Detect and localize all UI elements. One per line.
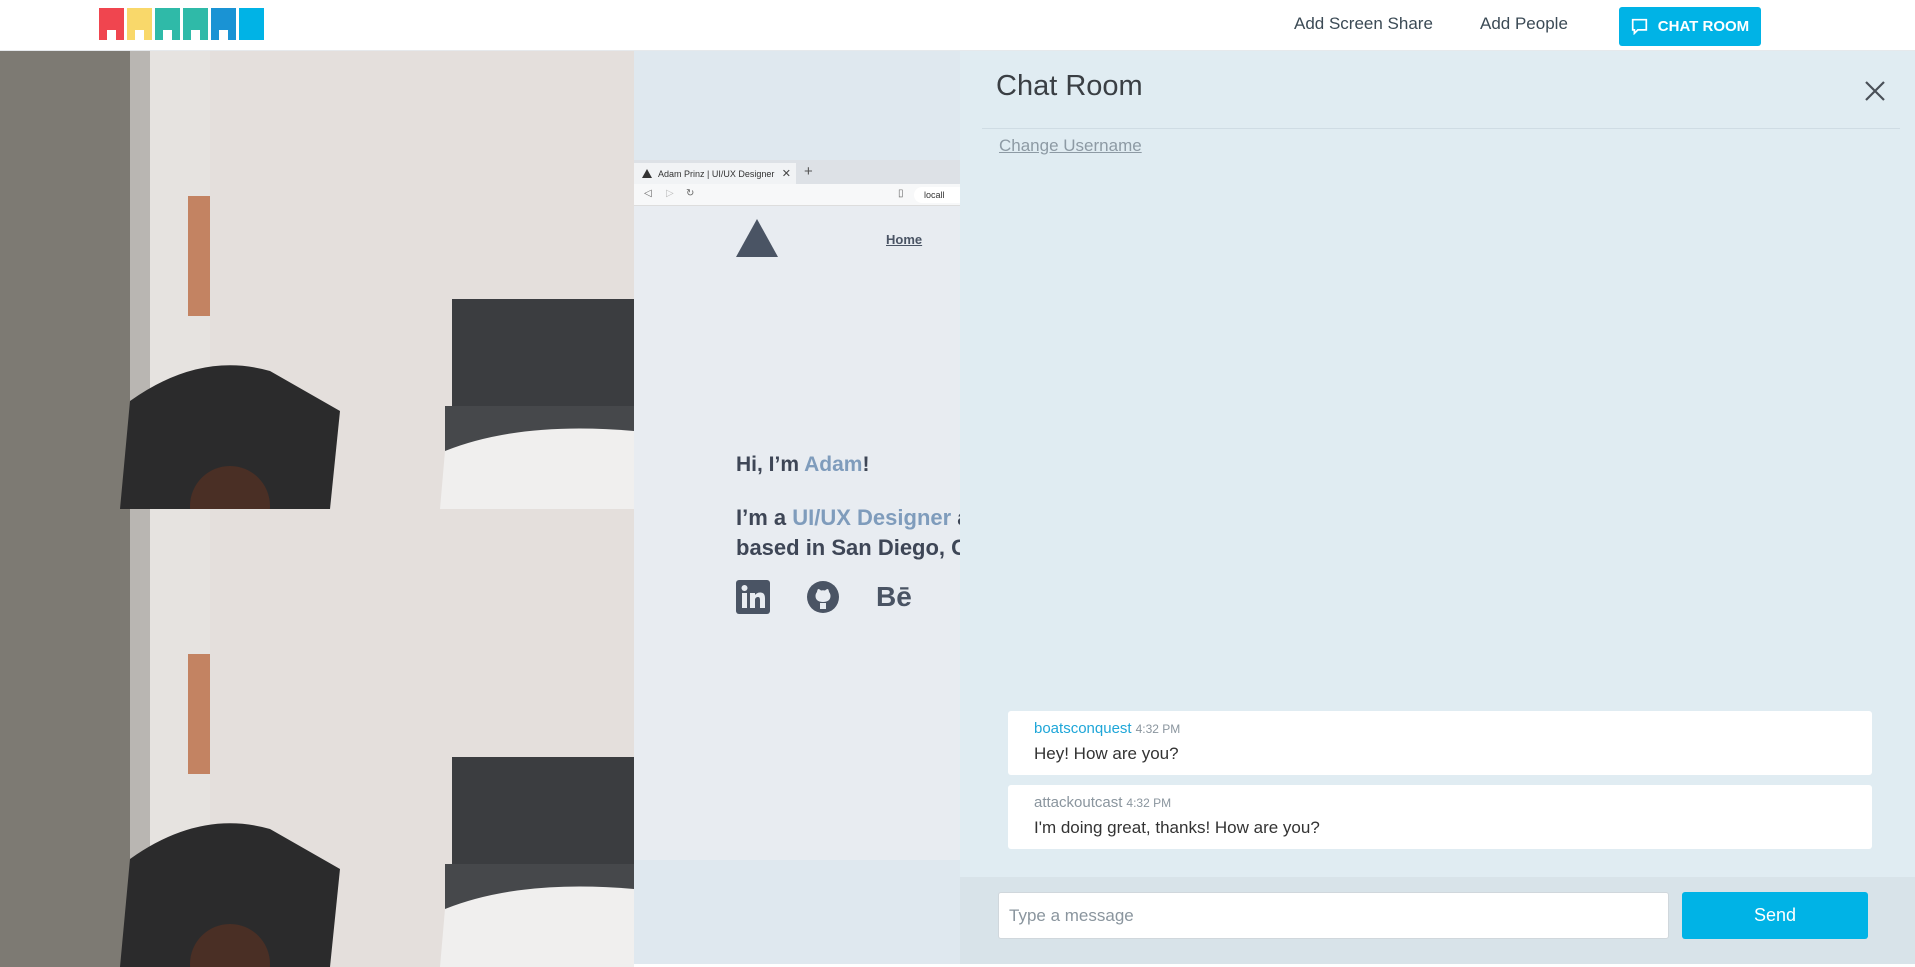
logo-block [99,8,124,40]
message-username: boatsconquest [1034,720,1132,737]
hero-greeting-prefix: Hi, I’m [736,453,805,476]
change-username-link[interactable]: Change Username [999,136,1142,156]
message-meta: boatsconquest 4:32 PM [1034,720,1846,738]
shared-browser-window[interactable]: Adam Prinz | UI/UX Designer ✕ + ◁ ▷ ↻ ▯ … [634,160,960,860]
message-meta: attackoutcast 4:32 PM [1034,794,1846,812]
hero-subtitle-line2: based in San Diego, Ca [736,535,960,560]
hero-greeting-suffix: ! [862,453,870,476]
top-bar: Add Screen Share Add People CHAT ROOM [0,0,1915,51]
browser-tab: Adam Prinz | UI/UX Designer ✕ [634,163,796,184]
webcam-image [0,51,634,509]
message-time: 4:32 PM [1126,796,1172,810]
site-favicon-icon [642,169,652,178]
bookmark-icon: ▯ [898,188,904,199]
reload-icon: ↻ [686,188,695,199]
close-icon[interactable] [1863,79,1887,103]
message-composer: Send [960,877,1915,964]
logo-block [211,8,236,40]
chat-room-title: Chat Room [996,70,1143,102]
logo-block [155,8,180,40]
logo-notch [135,30,144,40]
logo-block [239,8,264,40]
hero-subtitle: I’m a UI/UX Designer a based in San Dieg… [736,503,960,563]
divider [982,128,1900,129]
linkedin-icon [736,580,770,614]
hero-subtitle-prefix: I’m a [736,505,793,530]
chat-room-button-label: CHAT ROOM [1657,18,1750,35]
browser-url: locall [914,187,960,203]
chat-room-button[interactable]: CHAT ROOM [1619,7,1761,46]
message-time: 4:32 PM [1135,722,1181,736]
send-button[interactable]: Send [1682,892,1868,939]
logo-notch [219,30,228,40]
github-icon [807,581,839,613]
screen-share-panel: Adam Prinz | UI/UX Designer ✕ + ◁ ▷ ↻ ▯ … [634,51,960,964]
chat-bubble-icon [1631,18,1647,35]
video-feed-1[interactable] [0,51,634,509]
hero-role: UI/UX Designer [792,505,952,530]
new-tab-icon: + [804,163,813,180]
forward-icon: ▷ [666,188,674,199]
logo-block [127,8,152,40]
chat-room-panel: Chat Room Change Username boatsconquest 4… [960,51,1915,964]
site-logo-icon [736,219,778,257]
browser-tab-title: Adam Prinz | UI/UX Designer [658,168,775,179]
video-feed-2[interactable] [0,509,634,967]
behance-icon: Bē [876,581,912,612]
message-text: I'm doing great, thanks! How are you? [1034,818,1320,837]
hero-subtitle-tail: a [951,505,960,530]
hero-name: Adam [804,453,863,476]
browser-address-bar: ◁ ▷ ↻ ▯ locall [634,184,960,206]
close-tab-icon: ✕ [781,168,791,180]
social-links: Bē [736,580,912,614]
parrot-logo[interactable] [99,8,264,40]
site-nav-home: Home [886,232,923,247]
hero-greeting: Hi, I’m Adam! [736,453,869,477]
add-screen-share-link[interactable]: Add Screen Share [1294,14,1433,34]
browser-tab-strip: Adam Prinz | UI/UX Designer ✕ + [634,160,960,184]
message-text: Hey! How are you? [1034,744,1179,763]
logo-notch [191,30,200,40]
logo-notch [107,30,116,40]
logo-notch [163,30,172,40]
back-icon: ◁ [644,188,652,199]
chat-message: attackoutcast 4:32 PM I'm doing great, th… [1008,785,1872,849]
logo-block [183,8,208,40]
message-username: attackoutcast [1034,794,1123,811]
message-input[interactable] [998,892,1669,939]
add-people-link[interactable]: Add People [1480,14,1568,34]
webcam-image [0,509,634,967]
chat-message: boatsconquest 4:32 PM Hey! How are you? [1008,711,1872,775]
